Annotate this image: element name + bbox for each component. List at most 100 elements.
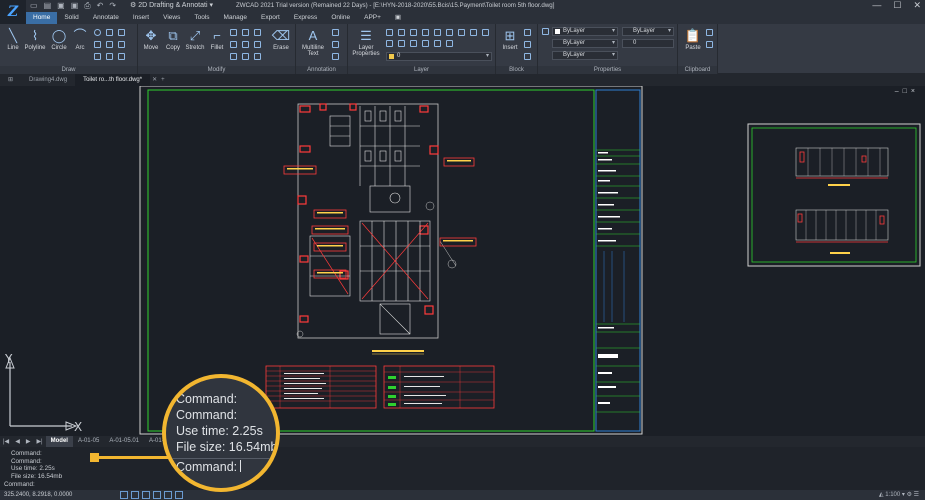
attribute-icon[interactable]: [524, 53, 531, 60]
document-tab-active[interactable]: Toilet ro...th floor.dwg*: [75, 74, 151, 86]
extend-icon[interactable]: [242, 53, 249, 60]
plotstyle-dropdown[interactable]: ByLayer ▾: [622, 27, 674, 36]
layer-on-icon[interactable]: [386, 29, 393, 36]
first-tab-icon[interactable]: |◀: [0, 438, 12, 445]
hatch-icon[interactable]: [118, 29, 125, 36]
table-icon[interactable]: [332, 53, 339, 60]
tab-model[interactable]: Model: [45, 436, 73, 447]
match-properties-icon[interactable]: [542, 28, 549, 35]
print-icon[interactable]: ⎙: [84, 1, 90, 11]
layer-delete-icon[interactable]: [434, 40, 441, 47]
layer-match-icon[interactable]: [458, 29, 465, 36]
layer-off-icon[interactable]: [446, 29, 453, 36]
tab-layout-a-01-05[interactable]: A-01-05: [73, 436, 104, 447]
next-tab-icon[interactable]: ▶: [23, 438, 34, 445]
mirror-icon[interactable]: [242, 29, 249, 36]
edit-block-icon[interactable]: [524, 41, 531, 48]
polyline-button[interactable]: ⌇ Polyline: [24, 28, 46, 51]
paste-button[interactable]: 📋 Paste: [682, 28, 704, 51]
redo-icon[interactable]: ↷: [109, 1, 116, 11]
tab-home[interactable]: Home: [26, 12, 58, 24]
cut-icon[interactable]: [706, 29, 713, 36]
copy-button[interactable]: ⧉ Copy: [162, 28, 184, 51]
stretch-button[interactable]: ⤢ Stretch: [184, 28, 206, 51]
layer-dropdown[interactable]: 0 ▾: [386, 52, 492, 61]
tab-express[interactable]: Express: [287, 12, 324, 24]
save-icon[interactable]: ▣: [57, 1, 65, 11]
erase-button[interactable]: ⌫ Erase: [270, 28, 292, 51]
break-icon[interactable]: [254, 53, 261, 60]
layer-color-icon[interactable]: [422, 29, 429, 36]
layer-merge-icon[interactable]: [422, 40, 429, 47]
fillet-button[interactable]: ⌐ Fillet: [206, 28, 228, 51]
close-icon[interactable]: ✕: [913, 0, 921, 11]
linetype-dropdown[interactable]: ByLayer ▾: [552, 39, 618, 48]
viewport-controls[interactable]: –□×: [895, 88, 919, 95]
tab-online[interactable]: Online: [324, 12, 357, 24]
layer-thaw-icon[interactable]: [398, 40, 405, 47]
tab-annotate[interactable]: Annotate: [86, 12, 126, 24]
tab-app-plus[interactable]: APP+: [357, 12, 388, 24]
explode-icon[interactable]: [230, 53, 237, 60]
revcloud-icon[interactable]: [106, 53, 113, 60]
add-tab-icon[interactable]: +: [159, 74, 167, 86]
layer-walk-icon[interactable]: [482, 29, 489, 36]
array-icon[interactable]: [242, 41, 249, 48]
layer-previous-icon[interactable]: [470, 29, 477, 36]
tab-solid[interactable]: Solid: [57, 12, 85, 24]
line-button[interactable]: ╲ Line: [2, 28, 24, 51]
tab-insert[interactable]: Insert: [126, 12, 156, 24]
trim-icon[interactable]: [254, 29, 261, 36]
polygon-icon[interactable]: [94, 41, 101, 48]
tab-manage[interactable]: Manage: [217, 12, 255, 24]
command-input[interactable]: Command:: [0, 480, 925, 489]
osnap-toggle-icon[interactable]: [164, 491, 172, 499]
document-tab[interactable]: Drawing4.dwg: [21, 74, 75, 86]
create-block-icon[interactable]: [524, 29, 531, 36]
dimension-icon[interactable]: [332, 29, 339, 36]
leader-icon[interactable]: [332, 41, 339, 48]
snap-toggle-icon[interactable]: [131, 491, 139, 499]
tab-export[interactable]: Export: [254, 12, 287, 24]
layer-freeze-icon[interactable]: [398, 29, 405, 36]
color-dropdown[interactable]: ByLayer ▾: [552, 27, 618, 36]
lineweight-dropdown[interactable]: ByLayer ▾: [552, 51, 618, 60]
transparency-field[interactable]: 0: [622, 39, 674, 48]
copy-clip-icon[interactable]: [706, 41, 713, 48]
prev-tab-icon[interactable]: ◀: [12, 438, 23, 445]
open-folder-icon[interactable]: ▤: [44, 1, 52, 11]
tab-tools[interactable]: Tools: [187, 12, 216, 24]
workspace-selector[interactable]: ⚙ 2D Drafting & Annotati ▾: [130, 1, 213, 9]
zwcad-logo-icon[interactable]: Z: [0, 0, 26, 24]
grid-toggle-icon[interactable]: [120, 491, 128, 499]
annotation-scale[interactable]: ◭ 1:100 ▾ ⚙ ☰: [879, 490, 919, 500]
point-icon[interactable]: [94, 53, 101, 60]
offset-icon[interactable]: [254, 41, 261, 48]
insert-block-button[interactable]: ⊞ Insert: [499, 28, 521, 51]
layer-unlock-icon[interactable]: [410, 40, 417, 47]
tab-layout-a-01-05-01[interactable]: A-01-05.01: [104, 436, 144, 447]
save-as-icon[interactable]: ▣: [71, 1, 79, 11]
circle-button[interactable]: ◯ Circle: [48, 28, 70, 51]
rectangle-icon[interactable]: [106, 29, 113, 36]
arc-button[interactable]: ⌒ Arc: [69, 28, 91, 51]
spline-icon[interactable]: [106, 41, 113, 48]
multiline-text-button[interactable]: A Multiline Text: [299, 28, 327, 57]
layer-properties-button[interactable]: ☰ Layer Properties: [352, 28, 380, 57]
minimize-icon[interactable]: —: [872, 0, 881, 11]
layer-isolate-icon[interactable]: [434, 29, 441, 36]
drawing-canvas[interactable]: –□× X Y: [0, 86, 925, 436]
new-file-icon[interactable]: ▭: [30, 1, 38, 11]
ortho-toggle-icon[interactable]: [142, 491, 150, 499]
otrack-toggle-icon[interactable]: [175, 491, 183, 499]
last-tab-icon[interactable]: ▶|: [33, 438, 45, 445]
tab-views[interactable]: Views: [156, 12, 187, 24]
boundary-icon[interactable]: [118, 53, 125, 60]
new-tab-icon[interactable]: ⊞: [0, 74, 21, 86]
rotate-icon[interactable]: [230, 29, 237, 36]
layer-unisolate-icon[interactable]: [386, 40, 393, 47]
scale-icon[interactable]: [230, 41, 237, 48]
ellipse-icon[interactable]: [94, 29, 101, 36]
region-icon[interactable]: [118, 41, 125, 48]
layer-lock-icon[interactable]: [410, 29, 417, 36]
